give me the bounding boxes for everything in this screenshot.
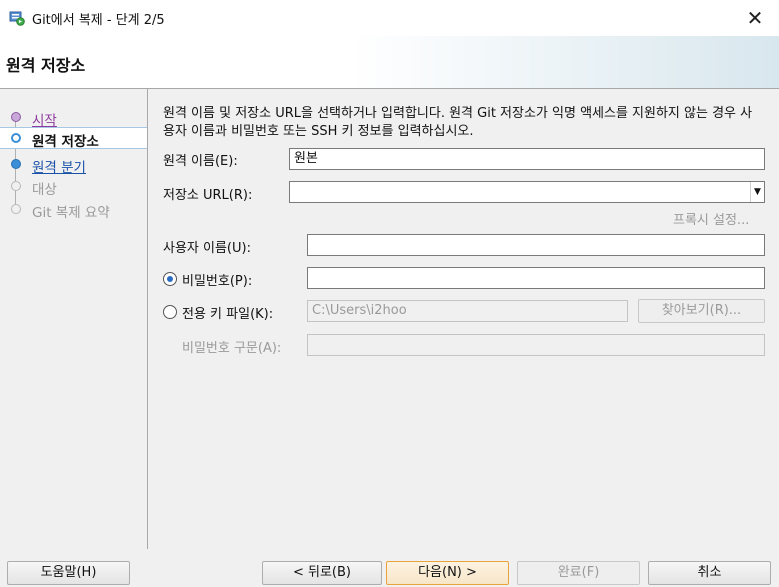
step-pending-icon <box>11 159 21 169</box>
private-key-radio[interactable] <box>163 305 177 319</box>
password-radio[interactable] <box>163 272 177 286</box>
private-key-label: 전용 키 파일(K): <box>182 307 274 322</box>
step-disabled-icon <box>11 181 21 191</box>
password-label: 비밀번호(P): <box>182 274 253 289</box>
help-button[interactable]: 도움말(H) <box>7 561 130 585</box>
step-disabled-icon <box>11 204 21 214</box>
step-current-icon <box>11 133 21 143</box>
username-input[interactable] <box>307 234 765 256</box>
window-title: Git에서 복제 - 단계 2/5 <box>32 13 165 28</box>
repository-url-label: 저장소 URL(R): <box>163 188 253 203</box>
nav-step-label: Git 복제 요약 <box>32 205 110 221</box>
finish-button[interactable]: 완료(F) <box>517 561 640 585</box>
wizard-content: 원격 이름 및 저장소 URL을 선택하거나 입력합니다. 원격 Git 저장소… <box>149 89 779 549</box>
proxy-settings-link[interactable]: 프록시 설정... <box>673 209 749 228</box>
nav-step-destination: 대상 <box>0 176 147 198</box>
wizard-footer: 도움말(H) < 뒤로(B) 다음(N) > 완료(F) 취소 <box>0 549 779 587</box>
nav-step-remote-repository[interactable]: 원격 저장소 <box>0 127 147 150</box>
git-clone-app-icon <box>9 10 25 26</box>
nav-step-label: 대상 <box>32 182 57 198</box>
repository-url-combobox[interactable]: ▼ <box>289 181 765 203</box>
passphrase-label: 비밀번호 구문(A): <box>182 341 282 356</box>
cancel-button[interactable]: 취소 <box>648 561 771 585</box>
nav-step-label: 시작 <box>32 113 57 129</box>
title-bar: Git에서 복제 - 단계 2/5 ✕ <box>0 0 779 36</box>
nav-step-start[interactable]: 시작 <box>0 107 147 129</box>
next-button[interactable]: 다음(N) > <box>386 561 509 585</box>
password-input[interactable] <box>307 267 765 289</box>
instructions-text: 원격 이름 및 저장소 URL을 선택하거나 입력합니다. 원격 Git 저장소… <box>163 106 753 139</box>
step-visited-icon <box>11 112 21 122</box>
passphrase-input[interactable] <box>307 334 765 356</box>
nav-step-summary: Git 복제 요약 <box>0 199 147 221</box>
nav-step-label: 원격 분기 <box>32 160 86 176</box>
back-button[interactable]: < 뒤로(B) <box>262 561 382 585</box>
nav-step-remote-branch[interactable]: 원격 분기 <box>0 154 147 176</box>
username-label: 사용자 이름(U): <box>163 241 251 256</box>
wizard-step-nav: 시작 원격 저장소 원격 분기 대상 Git 복제 요약 <box>0 89 148 549</box>
remote-name-input[interactable]: 원본 <box>289 148 765 170</box>
page-header-banner: 원격 저장소 <box>0 36 779 89</box>
browse-button[interactable]: 찾아보기(R)... <box>638 299 765 323</box>
remote-name-label: 원격 이름(E): <box>163 154 238 169</box>
private-key-path-input[interactable]: C:\Users\i2hoo <box>307 300 628 322</box>
nav-step-label: 원격 저장소 <box>32 134 99 150</box>
page-title: 원격 저장소 <box>6 56 86 75</box>
chevron-down-icon[interactable]: ▼ <box>750 182 764 202</box>
close-icon[interactable]: ✕ <box>743 6 767 30</box>
